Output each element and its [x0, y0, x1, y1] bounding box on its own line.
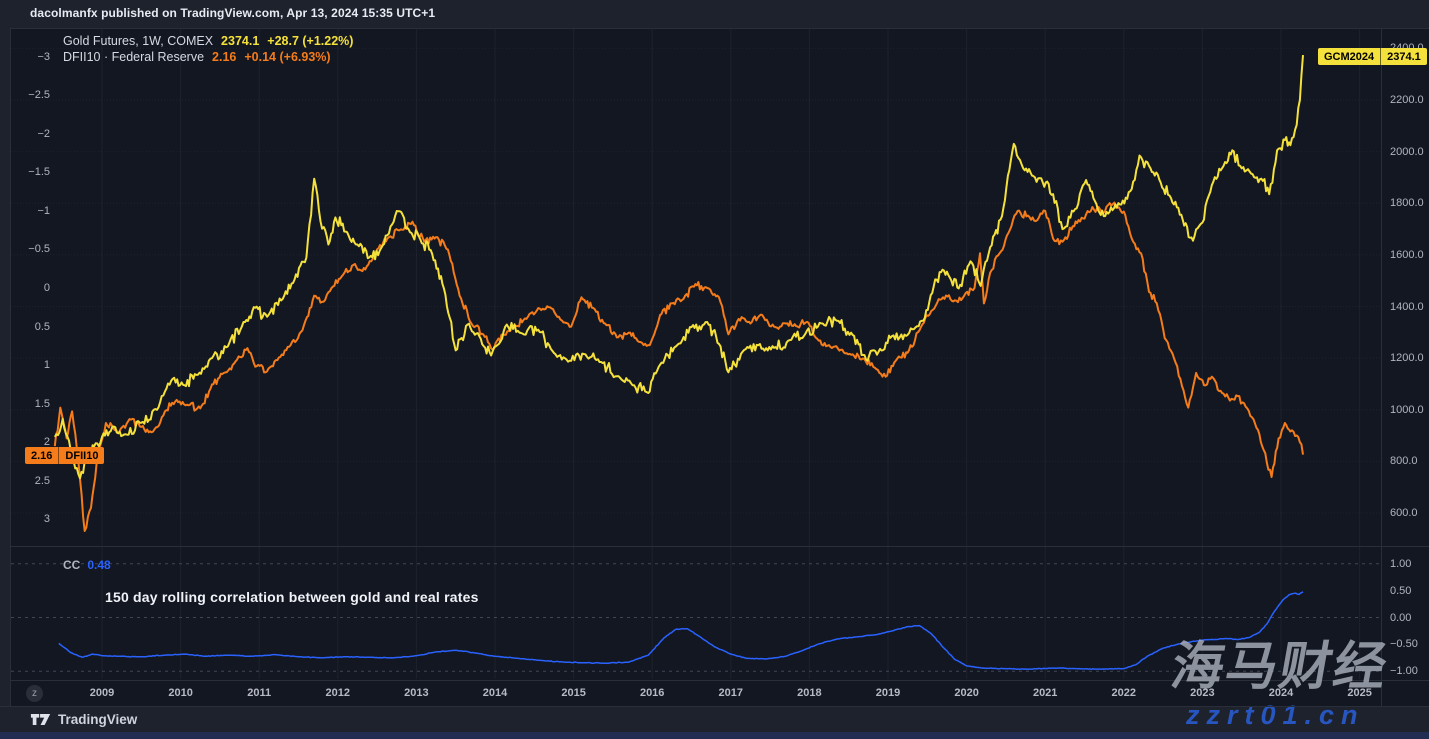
dfii10-price-tag: 2.16 DFII10 — [25, 447, 104, 464]
time-axis-year-label: 2010 — [168, 687, 192, 699]
sub-axis-label: 0.00 — [1390, 612, 1411, 624]
pane-top-border — [10, 28, 1429, 29]
correlation-legend-label: CC — [63, 558, 80, 572]
correlation-legend[interactable]: CC 0.48 — [63, 558, 111, 572]
time-axis-year-label: 2015 — [561, 687, 585, 699]
gold-price-tag: GCM2024 2374.1 — [1318, 48, 1427, 65]
left-axis-label: −0.5 — [10, 243, 50, 255]
right-axis-label: 600.0 — [1390, 507, 1418, 519]
legend-dfii10-value: 2.16 — [212, 50, 236, 64]
tradingview-logo-icon[interactable] — [30, 712, 52, 727]
bottom-accent-bar — [0, 732, 1429, 739]
gold-price-tag-label: 2374.1 — [1380, 48, 1427, 65]
timezone-button-label: z — [32, 688, 37, 699]
time-axis-year-label: 2016 — [640, 687, 664, 699]
left-axis-label: 2.5 — [10, 475, 50, 487]
time-axis-year-label: 2018 — [797, 687, 821, 699]
correlation-legend-value: 0.48 — [87, 558, 110, 572]
watermark-chinese-text: 海马财经 — [1167, 638, 1429, 696]
legend-dfii10-change: +0.14 (+6.93%) — [244, 50, 330, 64]
left-axis-label: −3 — [10, 51, 50, 63]
time-axis-year-label: 2009 — [90, 687, 114, 699]
legend-gold-change: +28.7 (+1.22%) — [267, 34, 353, 48]
left-axis-label: −2 — [10, 128, 50, 140]
gold-series-line[interactable] — [55, 55, 1303, 478]
legend-row-dfii10[interactable]: DFII10 · Federal Reserve 2.16 +0.14 (+6.… — [63, 50, 331, 64]
gold-symbol-tag-label: GCM2024 — [1318, 48, 1380, 65]
left-axis-label: 0.5 — [10, 321, 50, 333]
legend-dfii10-title: DFII10 · Federal Reserve — [63, 50, 204, 64]
time-axis-year-label: 2019 — [876, 687, 900, 699]
left-axis-label: −2.5 — [10, 89, 50, 101]
time-axis-year-label: 2014 — [483, 687, 507, 699]
left-axis-label: 3 — [10, 513, 50, 525]
right-axis-label: 1600.0 — [1390, 249, 1424, 261]
time-axis-year-label: 2011 — [247, 687, 271, 699]
tradingview-brand-text[interactable]: TradingView — [58, 712, 137, 727]
left-axis-label: −1.5 — [10, 166, 50, 178]
dfii10-symbol-tag-label: DFII10 — [58, 447, 104, 464]
time-axis-year-label: 2013 — [404, 687, 428, 699]
right-axis-label: 2200.0 — [1390, 94, 1424, 106]
right-axis-label: 1200.0 — [1390, 352, 1424, 364]
chart-annotation-text: 150 day rolling correlation between gold… — [105, 589, 479, 605]
dfii10-series-line[interactable] — [55, 203, 1303, 532]
dfii10-value-tag-label: 2.16 — [25, 447, 58, 464]
sub-axis-label: 0.50 — [1390, 585, 1411, 597]
price-scale-border — [1381, 28, 1382, 706]
time-axis-year-label: 2012 — [326, 687, 350, 699]
right-axis-label: 1400.0 — [1390, 301, 1424, 313]
left-axis-label: −1 — [10, 205, 50, 217]
left-axis-label: 1 — [10, 359, 50, 371]
right-axis-label: 800.0 — [1390, 455, 1418, 467]
time-axis-year-label: 2020 — [954, 687, 978, 699]
right-axis-label: 1000.0 — [1390, 404, 1424, 416]
right-axis-label: 1800.0 — [1390, 197, 1424, 209]
time-axis-year-label: 2021 — [1033, 687, 1057, 699]
sub-axis-label: 1.00 — [1390, 558, 1411, 570]
pane-splitter[interactable] — [10, 546, 1429, 547]
left-axis-label: 1.5 — [10, 398, 50, 410]
right-axis-label: 2000.0 — [1390, 146, 1424, 158]
legend-gold-value: 2374.1 — [221, 34, 259, 48]
tradingview-snapshot: dacolmanfx published on TradingView.com,… — [0, 0, 1429, 739]
left-axis-label: 0 — [10, 282, 50, 294]
chart-canvas[interactable] — [0, 0, 1429, 739]
time-axis-year-label: 2022 — [1112, 687, 1136, 699]
legend-gold-title: Gold Futures, 1W, COMEX — [63, 34, 213, 48]
footer-bar: TradingView — [0, 707, 1429, 732]
legend-row-gold[interactable]: Gold Futures, 1W, COMEX 2374.1 +28.7 (+1… — [63, 34, 353, 48]
timezone-button[interactable]: z — [26, 685, 43, 702]
time-axis-year-label: 2017 — [719, 687, 743, 699]
